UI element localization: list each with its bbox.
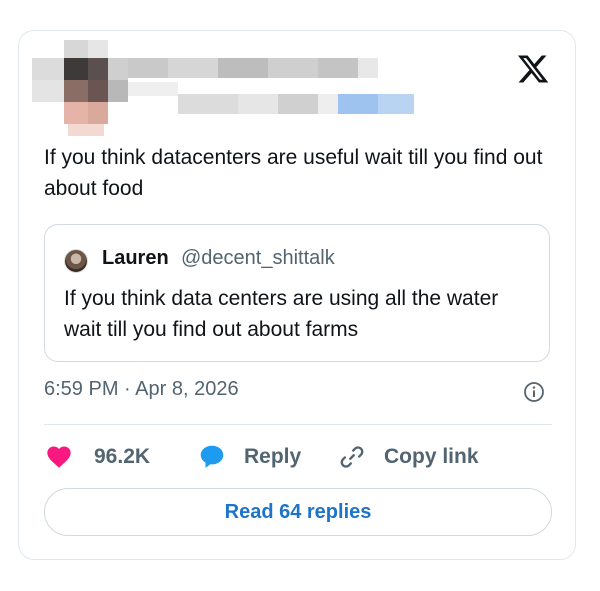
like-button[interactable]: 96.2K	[44, 440, 150, 474]
heart-icon	[47, 446, 71, 468]
tweet-timestamp[interactable]: 6:59 PM · Apr 8, 2026	[44, 378, 239, 401]
quoted-tweet[interactable]: Lauren @decent_shittalk If you think dat…	[44, 224, 550, 362]
read-replies-button[interactable]: Read 64 replies	[44, 488, 552, 536]
redacted-username	[128, 58, 414, 114]
quote-author-handle[interactable]: @decent_shittalk	[181, 247, 335, 270]
copy-link-label: Copy link	[384, 445, 479, 468]
quote-text: If you think data centers are using all …	[64, 287, 499, 341]
reply-bubble-icon	[200, 445, 224, 468]
avatar	[64, 249, 88, 273]
reply-button[interactable]: Reply	[196, 440, 301, 474]
tweet-text: If you think datacenters are useful wait…	[44, 146, 543, 200]
quote-author-name[interactable]: Lauren	[102, 247, 169, 270]
copy-link-button[interactable]: Copy link	[338, 440, 479, 474]
info-icon[interactable]	[522, 380, 546, 404]
x-logo-icon[interactable]	[514, 52, 552, 86]
link-icon	[340, 446, 364, 468]
like-count: 96.2K	[94, 445, 151, 468]
reply-label: Reply	[244, 445, 302, 468]
redacted-avatar	[32, 40, 128, 136]
divider	[44, 424, 552, 425]
